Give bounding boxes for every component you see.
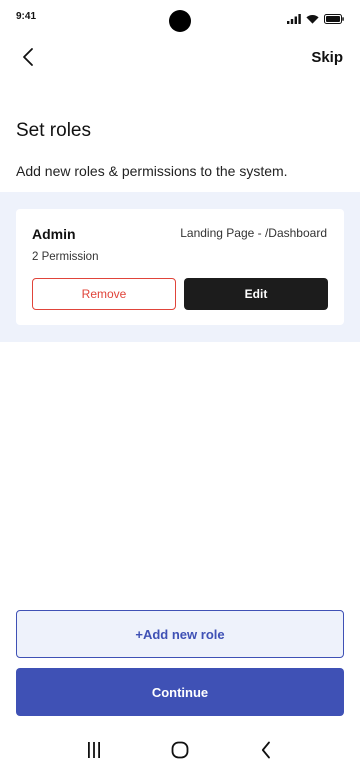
recent-apps-button[interactable] <box>79 740 109 764</box>
status-icons <box>287 11 344 29</box>
home-button[interactable] <box>165 740 195 764</box>
skip-button[interactable]: Skip <box>311 49 343 66</box>
signal-icon <box>287 11 301 29</box>
role-landing-page: Landing Page - /Dashboard <box>180 226 327 240</box>
app-header: Skip <box>0 44 360 74</box>
add-new-role-button[interactable]: +Add new role <box>16 610 344 658</box>
role-card: Admin Landing Page - /Dashboard 2 Permis… <box>16 209 344 325</box>
page-title: Set roles <box>16 120 91 141</box>
recent-apps-icon <box>86 741 102 763</box>
chevron-left-icon <box>22 47 34 72</box>
battery-icon <box>324 11 344 29</box>
system-back-button[interactable] <box>251 740 281 764</box>
role-permission-count: 2 Permission <box>32 251 99 263</box>
wifi-icon <box>306 11 319 29</box>
status-time: 9:41 <box>16 11 37 22</box>
remove-role-button[interactable]: Remove <box>32 278 176 310</box>
role-name: Admin <box>32 226 76 242</box>
roles-panel: Admin Landing Page - /Dashboard 2 Permis… <box>0 192 360 342</box>
system-nav-bar <box>0 732 360 772</box>
camera-cutout <box>169 10 191 32</box>
page-subtitle: Add new roles & permissions to the syste… <box>16 163 288 179</box>
back-icon <box>261 741 271 764</box>
status-bar: 9:41 <box>0 0 360 40</box>
home-icon <box>171 741 189 764</box>
continue-button[interactable]: Continue <box>16 668 344 716</box>
back-button[interactable] <box>18 47 38 72</box>
edit-role-button[interactable]: Edit <box>184 278 328 310</box>
